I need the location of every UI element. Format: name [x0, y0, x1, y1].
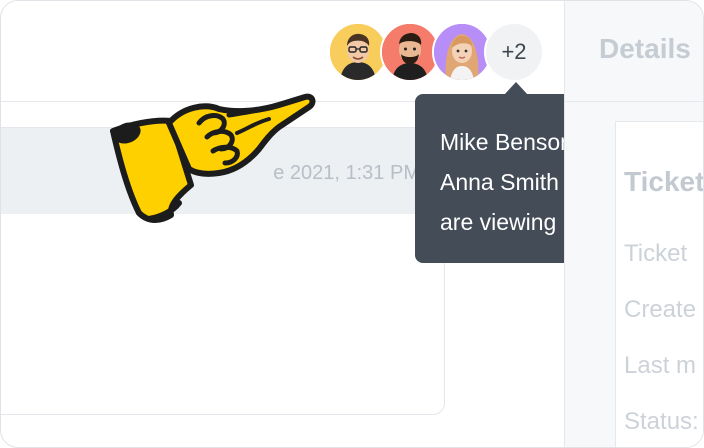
app-window: e 2021, 1:31 PM +2 Mike Benson Anna Smit… [0, 0, 704, 448]
field-status: Status: [624, 408, 699, 435]
avatar-viewer-2[interactable] [380, 22, 440, 82]
ticket-heading: Ticket [624, 166, 704, 197]
avatar-viewer-1[interactable] [328, 22, 388, 82]
avatar-viewer-3[interactable] [432, 22, 492, 82]
field-ticket: Ticket [624, 240, 688, 267]
ticket-info-card: Ticket Ticket Create Last m Status: [615, 121, 704, 447]
details-panel: Details Ticket Ticket Create Last m Stat… [564, 1, 704, 447]
more-viewers-badge[interactable]: +2 [484, 22, 544, 82]
pointing-hand-icon [109, 93, 319, 233]
field-created: Create [624, 296, 697, 323]
details-title: Details [599, 33, 691, 64]
details-divider [565, 101, 703, 102]
field-last-modified: Last m [624, 352, 697, 379]
